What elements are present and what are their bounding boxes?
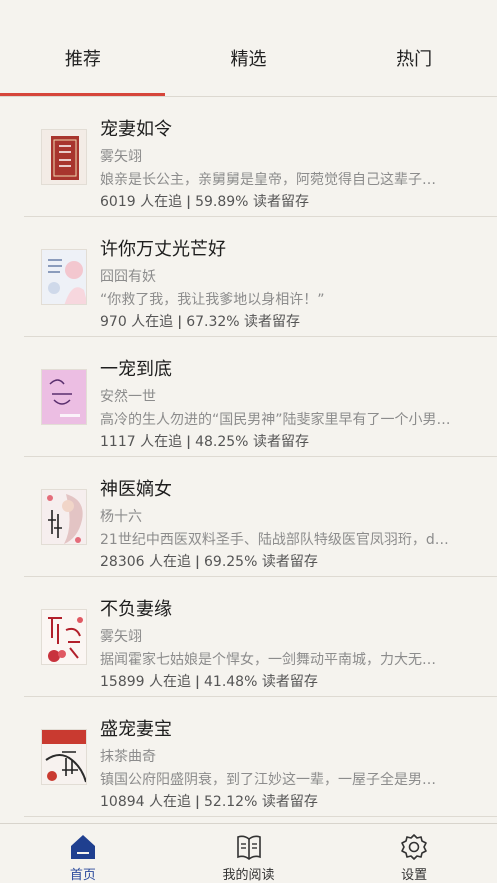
book-description: 镇国公府阳盛阴衰，到了江妙这一辈，一屋子全是男… [100,772,436,788]
nav-my-reading[interactable]: 我的阅读 [166,824,332,883]
tab-featured[interactable]: 精选 [166,40,332,80]
top-tab-bar: 推荐 精选 热门 [0,0,497,97]
book-title: 许你万丈光芒好 [100,239,226,260]
book-description: 娘亲是长公主，亲舅舅是皇帝，阿菀觉得自己这辈子… [100,172,436,188]
book-description: 据闻霍家七姑娘是个悍女，一剑舞动平南城，力大无… [100,652,436,668]
bottom-nav-bar: 首页 我的阅读 设置 [0,823,497,883]
book-stats: 970 人在追 ǀ 67.32% 读者留存 [100,314,301,330]
book-author: 杨十六 [100,509,142,525]
book-list[interactable]: 宠妻如令 雾矢翊 娘亲是长公主，亲舅舅是皇帝，阿菀觉得自己这辈子… 6019 人… [0,97,497,823]
nav-settings-label: 设置 [401,868,428,883]
book-cover [41,489,87,545]
nav-home[interactable]: 首页 [0,824,166,883]
book-item[interactable]: 盛宠妻宝 抹茶曲奇 镇国公府阳盛阴衰，到了江妙这一辈，一屋子全是男… 10894… [24,697,497,817]
nav-my-reading-label: 我的阅读 [222,868,275,883]
book-author: 安然一世 [100,389,156,405]
book-icon [236,835,261,861]
book-title: 盛宠妻宝 [100,719,172,740]
book-author: 抹茶曲奇 [100,749,156,765]
tab-hot[interactable]: 热门 [331,40,497,80]
book-author: 雾矢翊 [100,149,142,165]
book-cover [41,249,87,305]
book-title: 不负妻缘 [100,599,172,620]
book-item[interactable]: 宠妻如令 雾矢翊 娘亲是长公主，亲舅舅是皇帝，阿菀觉得自己这辈子… 6019 人… [24,97,497,217]
book-item[interactable]: 神医嫡女 杨十六 21世纪中西医双料圣手、陆战部队特级医官凤羽珩，d… 2830… [24,457,497,577]
book-author: 雾矢翊 [100,629,142,645]
book-description: 高冷的生人勿进的“国民男神”陆斐家里早有了一个小男… [100,412,451,428]
book-title: 一宠到底 [100,359,172,380]
book-stats: 28306 人在追 ǀ 69.25% 读者留存 [100,554,318,570]
tab-recommend[interactable]: 推荐 [0,40,166,80]
book-cover [41,129,87,185]
book-title: 神医嫡女 [100,479,172,500]
book-stats: 1117 人在追 ǀ 48.25% 读者留存 [100,434,309,450]
nav-settings[interactable]: 设置 [331,824,497,883]
active-tab-indicator [0,93,165,96]
book-cover [41,729,87,785]
app: 推荐 精选 热门 宠妻如令 雾矢翊 娘亲是长公主，亲舅舅是皇帝，阿菀觉得自己这辈… [0,0,497,883]
book-stats: 15899 人在追 ǀ 41.48% 读者留存 [100,674,318,690]
book-item[interactable]: 许你万丈光芒好 囧囧有妖 “你救了我，我让我爹地以身相许！” 970 人在追 ǀ… [24,217,497,337]
book-item[interactable]: 不负妻缘 雾矢翊 据闻霍家七姑娘是个悍女，一剑舞动平南城，力大无… 15899 … [24,577,497,697]
book-description: “你救了我，我让我爹地以身相许！” [100,292,325,308]
book-stats: 10894 人在追 ǀ 52.12% 读者留存 [100,794,318,810]
home-icon [70,835,95,859]
book-item[interactable]: 一宠到底 安然一世 高冷的生人勿进的“国民男神”陆斐家里早有了一个小男… 111… [24,337,497,457]
book-description: 21世纪中西医双料圣手、陆战部队特级医官凤羽珩，d… [100,532,449,548]
book-title: 宠妻如令 [100,119,172,140]
gear-icon [401,834,427,860]
book-cover [41,609,87,665]
book-author: 囧囧有妖 [100,269,156,285]
book-cover [41,369,87,425]
tabs: 推荐 精选 热门 [0,40,497,80]
nav-home-label: 首页 [69,868,96,883]
book-stats: 6019 人在追 ǀ 59.89% 读者留存 [100,194,309,210]
